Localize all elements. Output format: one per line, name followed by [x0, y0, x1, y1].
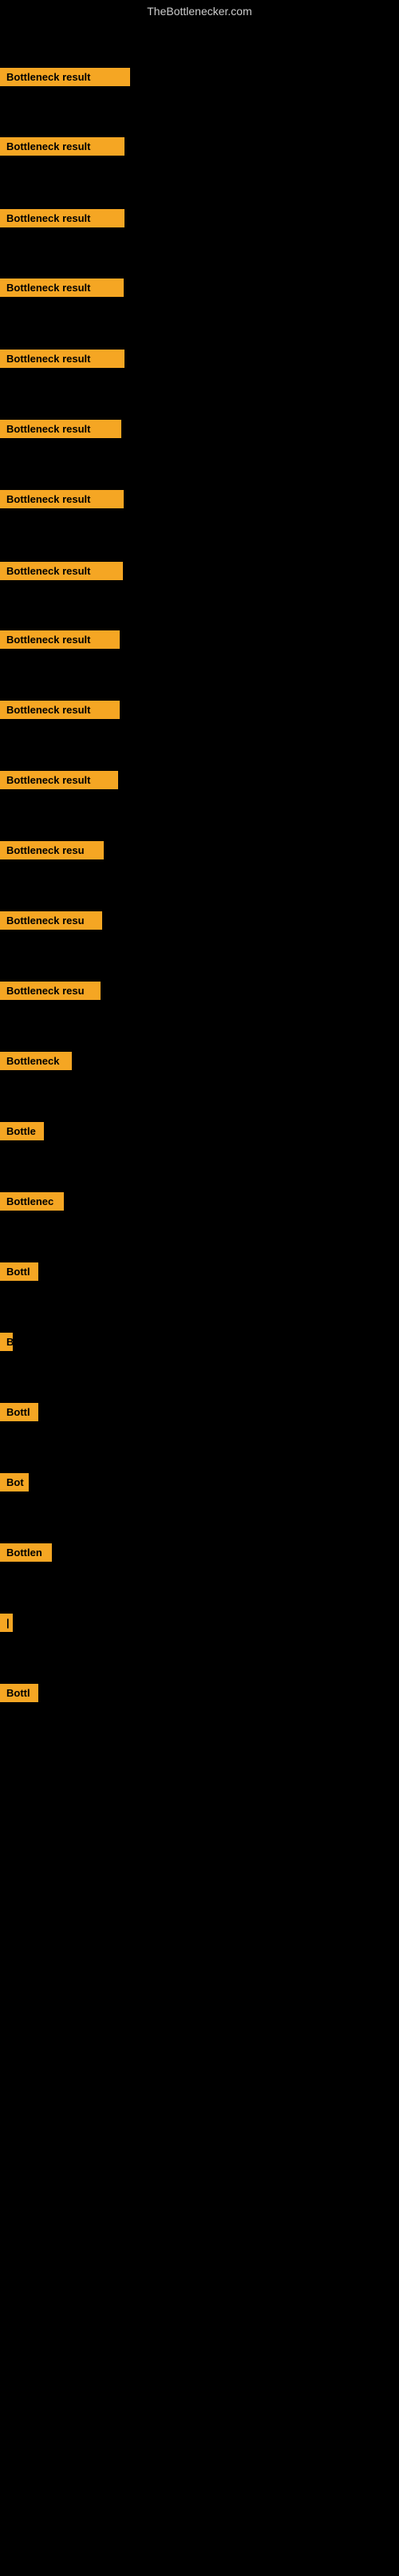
bottleneck-result-bar: Bottleneck [0, 1052, 72, 1070]
bottleneck-result-bar: | [0, 1614, 13, 1632]
bottleneck-result-bar: Bottl [0, 1684, 38, 1702]
bottleneck-result-bar: Bottleneck result [0, 630, 120, 649]
site-title: TheBottlenecker.com [0, 0, 399, 22]
bottleneck-result-bar: Bottleneck result [0, 420, 121, 438]
bottleneck-result-bar: Bottleneck result [0, 562, 123, 580]
bottleneck-result-bar: Bottleneck resu [0, 841, 104, 859]
bottleneck-result-bar: Bottleneck result [0, 771, 118, 789]
bottleneck-result-bar: Bottle [0, 1122, 44, 1140]
bottleneck-result-bar: Bottleneck result [0, 209, 124, 227]
bottleneck-result-bar: Bottleneck result [0, 279, 124, 297]
bottleneck-result-bar: Bottleneck result [0, 68, 130, 86]
bottleneck-result-bar: Bottl [0, 1403, 38, 1421]
bottleneck-result-bar: Bottleneck result [0, 137, 124, 156]
bottleneck-result-bar: Bot [0, 1473, 29, 1491]
bottleneck-result-bar: B [0, 1333, 13, 1351]
bottleneck-result-bar: Bottleneck resu [0, 911, 102, 930]
bottleneck-result-bar: Bottl [0, 1262, 38, 1281]
bottleneck-result-bar: Bottlenec [0, 1192, 64, 1211]
bottleneck-result-bar: Bottlen [0, 1543, 52, 1562]
bottleneck-result-bar: Bottleneck result [0, 701, 120, 719]
bottleneck-result-bar: Bottleneck result [0, 350, 124, 368]
bottleneck-result-bar: Bottleneck result [0, 490, 124, 508]
bottleneck-result-bar: Bottleneck resu [0, 982, 101, 1000]
